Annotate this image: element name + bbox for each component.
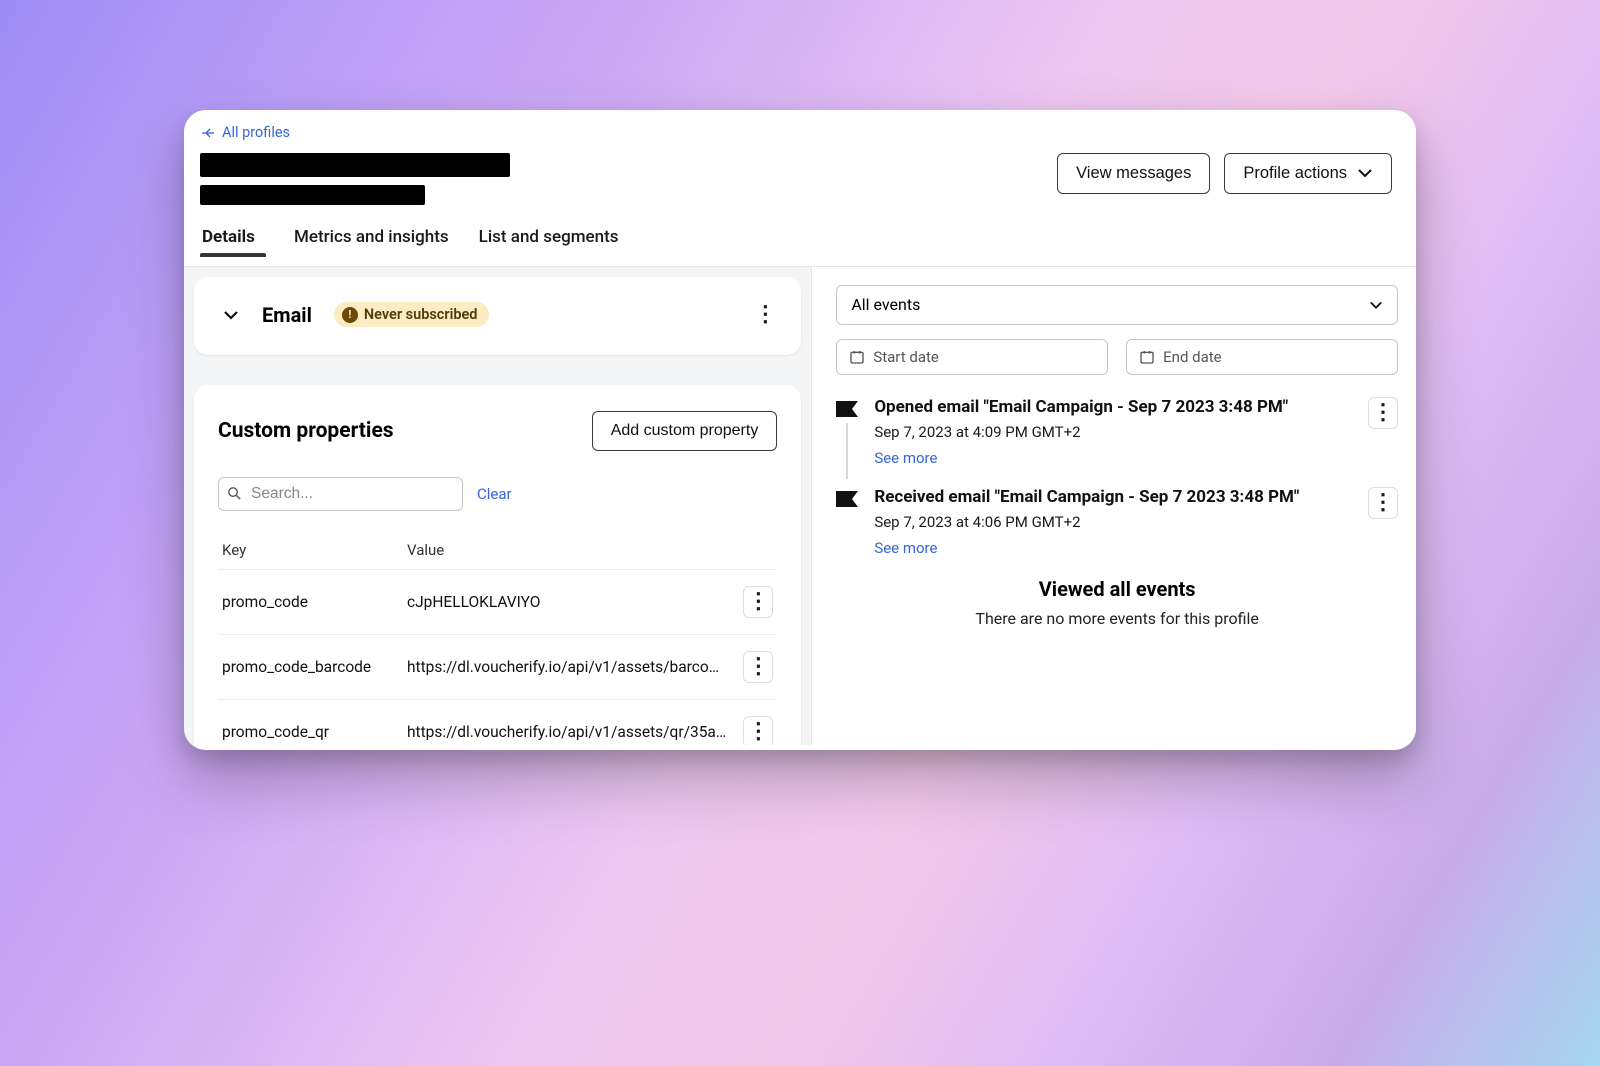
events-footer-title: Viewed all events	[836, 577, 1398, 601]
chevron-down-icon	[1357, 168, 1373, 178]
back-link-label: All profiles	[222, 124, 290, 141]
email-label: Email	[262, 303, 312, 327]
redacted-name	[200, 153, 510, 177]
subscription-badge: ! Never subscribed	[334, 302, 490, 327]
left-column: Email ! Never subscribed Custom properti…	[184, 267, 812, 745]
tab-lists-label: List and segments	[479, 227, 619, 247]
add-custom-property-button[interactable]: Add custom property	[592, 411, 778, 451]
tab-details[interactable]: Details	[202, 227, 264, 266]
col-header-key: Key	[222, 541, 407, 559]
event-item: Opened email "Email Campaign - Sep 7 202…	[836, 397, 1398, 467]
properties-table: Key Value promo_code cJpHELLOKLAVIYO pro…	[218, 541, 777, 745]
prop-key: promo_code_qr	[222, 723, 407, 741]
table-row: promo_code_qr https://dl.voucherify.io/a…	[218, 699, 777, 745]
table-row: promo_code cJpHELLOKLAVIYO	[218, 569, 777, 634]
row-menu[interactable]	[743, 586, 773, 618]
tab-metrics[interactable]: Metrics and insights	[294, 227, 449, 266]
end-date-placeholder: End date	[1163, 348, 1221, 366]
profile-actions-button[interactable]: Profile actions	[1224, 153, 1392, 194]
properties-search-input[interactable]	[218, 477, 463, 511]
events-footer: Viewed all events There are no more even…	[836, 577, 1398, 628]
events-column: All events Start date End date Opened em…	[812, 267, 1416, 745]
back-link[interactable]: All profiles	[200, 124, 290, 141]
header-row: View messages Profile actions	[184, 145, 1416, 205]
event-title: Received email "Email Campaign - Sep 7 2…	[874, 487, 1352, 507]
header-actions: View messages Profile actions	[1057, 153, 1392, 194]
properties-search	[218, 477, 463, 511]
custom-properties-card: Custom properties Add custom property Cl…	[194, 385, 801, 745]
flag-icon	[836, 491, 858, 507]
add-custom-property-label: Add custom property	[611, 422, 759, 440]
events-footer-text: There are no more events for this profil…	[836, 609, 1398, 628]
prop-value: https://dl.voucherify.io/api/v1/assets/q…	[407, 723, 743, 741]
row-menu[interactable]	[743, 651, 773, 683]
calendar-icon	[849, 349, 865, 365]
events-filter-label: All events	[851, 295, 920, 314]
prop-value: cJpHELLOKLAVIYO	[407, 593, 743, 611]
event-item: Received email "Email Campaign - Sep 7 2…	[836, 487, 1398, 557]
calendar-icon	[1139, 349, 1155, 365]
start-date-placeholder: Start date	[873, 348, 939, 366]
event-menu[interactable]	[1368, 397, 1398, 429]
event-menu[interactable]	[1368, 487, 1398, 519]
properties-search-clear[interactable]: Clear	[477, 485, 512, 503]
event-see-more[interactable]: See more	[874, 539, 937, 557]
tab-details-label: Details	[202, 227, 255, 247]
prop-key: promo_code	[222, 593, 407, 611]
profile-window: All profiles View messages Profile actio…	[184, 110, 1416, 750]
event-time: Sep 7, 2023 at 4:06 PM GMT+2	[874, 513, 1352, 531]
flag-icon	[836, 401, 858, 417]
event-see-more[interactable]: See more	[874, 449, 937, 467]
redacted-subline	[200, 185, 425, 205]
subscription-badge-label: Never subscribed	[364, 306, 478, 323]
event-time: Sep 7, 2023 at 4:09 PM GMT+2	[874, 423, 1352, 441]
timeline-line	[846, 423, 848, 479]
view-messages-label: View messages	[1076, 164, 1191, 183]
end-date-input[interactable]: End date	[1126, 339, 1398, 375]
events-filter-select[interactable]: All events	[836, 285, 1398, 325]
row-menu[interactable]	[743, 716, 773, 745]
profile-name-redacted-group	[200, 153, 510, 205]
tab-lists[interactable]: List and segments	[479, 227, 619, 266]
prop-value: https://dl.voucherify.io/api/v1/assets/b…	[407, 658, 743, 676]
profile-actions-label: Profile actions	[1243, 164, 1347, 183]
col-header-value: Value	[407, 541, 773, 559]
custom-properties-title: Custom properties	[218, 419, 394, 443]
chevron-down-icon	[1369, 300, 1383, 310]
tabs: Details Metrics and insights List and se…	[184, 205, 1416, 267]
alert-icon: !	[342, 307, 358, 323]
view-messages-button[interactable]: View messages	[1057, 153, 1210, 194]
table-row: promo_code_barcode https://dl.voucherify…	[218, 634, 777, 699]
tab-metrics-label: Metrics and insights	[294, 227, 449, 247]
body: Email ! Never subscribed Custom properti…	[184, 267, 1416, 745]
search-icon	[226, 485, 243, 502]
top-bar: All profiles	[184, 110, 1416, 145]
prop-key: promo_code_barcode	[222, 658, 407, 676]
arrow-left-icon	[200, 125, 216, 141]
start-date-input[interactable]: Start date	[836, 339, 1108, 375]
email-card: Email ! Never subscribed	[194, 277, 801, 355]
chevron-down-icon[interactable]	[222, 306, 240, 324]
event-title: Opened email "Email Campaign - Sep 7 202…	[874, 397, 1352, 417]
email-card-menu[interactable]	[751, 301, 779, 329]
